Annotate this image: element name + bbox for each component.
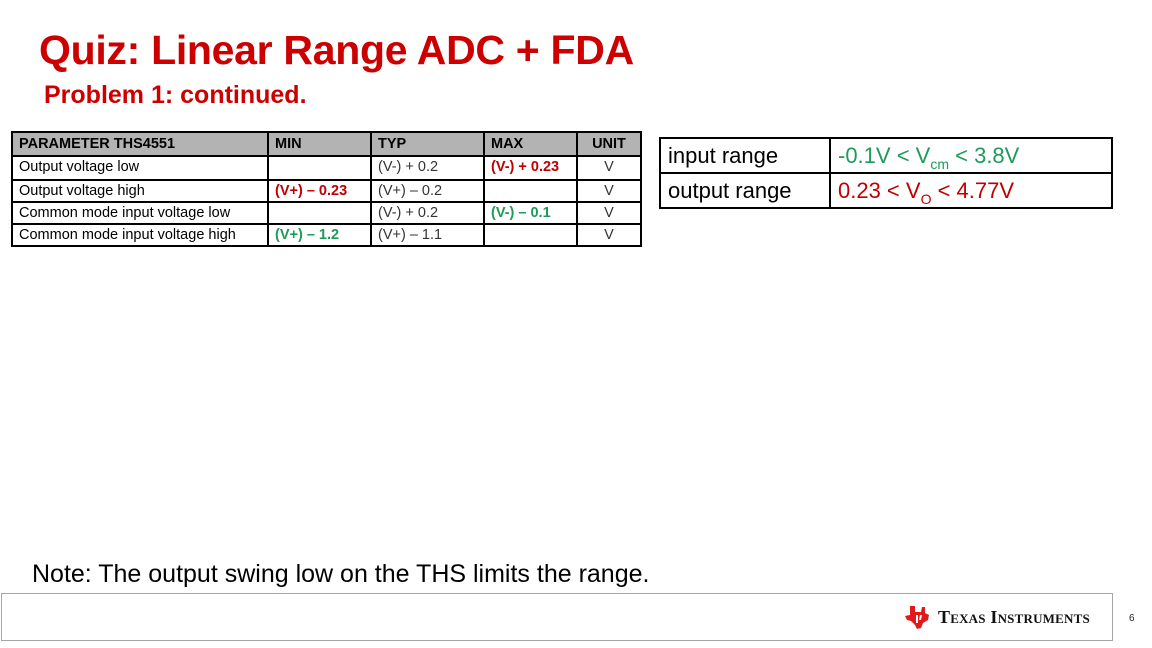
cell-parameter: Common mode input voltage low: [11, 201, 269, 225]
header-max: MAX: [483, 131, 578, 157]
ti-logo-text: Texas Instruments: [938, 606, 1090, 627]
cell-min: (V+) – 0.23: [267, 179, 372, 203]
cell-unit: V: [576, 179, 642, 203]
cell-unit: V: [576, 155, 642, 181]
range-value-sub: O: [920, 191, 932, 207]
cell-parameter: Output voltage high: [11, 179, 269, 203]
cell-typ: (V-) + 0.2: [370, 155, 485, 181]
header-typ: TYP: [370, 131, 485, 157]
cell-typ: (V-) + 0.2: [370, 201, 485, 225]
cell-max: [483, 223, 578, 247]
cell-max: (V-) – 0.1: [483, 201, 578, 225]
page-number: 6: [1129, 613, 1135, 624]
cell-max: (V-) + 0.23: [483, 155, 578, 181]
header-parameter: PARAMETER THS4551: [11, 131, 269, 157]
range-value-pre: -0.1V < V: [838, 143, 931, 168]
cell-parameter: Output voltage low: [11, 155, 269, 181]
range-value-post: < 4.77V: [931, 178, 1015, 203]
ti-logo: Texas Instruments: [904, 604, 1090, 630]
header-min: MIN: [267, 131, 372, 157]
header-unit: UNIT: [576, 131, 642, 157]
range-label: input range: [659, 137, 831, 174]
table-row: Output voltage high (V+) – 0.23 (V+) – 0…: [11, 179, 642, 203]
range-row-output: output range 0.23 < VO < 4.77V: [659, 172, 1113, 209]
cell-unit: V: [576, 201, 642, 225]
cell-max: [483, 179, 578, 203]
range-value: 0.23 < VO < 4.77V: [829, 172, 1113, 209]
table-row: Common mode input voltage high (V+) – 1.…: [11, 223, 642, 247]
range-value-pre: 0.23 < V: [838, 178, 921, 203]
cell-parameter: Common mode input voltage high: [11, 223, 269, 247]
range-value: -0.1V < Vcm < 3.8V: [829, 137, 1113, 174]
spec-table-header: PARAMETER THS4551 MIN TYP MAX UNIT: [11, 131, 642, 157]
table-row: Common mode input voltage low (V-) + 0.2…: [11, 201, 642, 225]
table-row: Output voltage low (V-) + 0.2 (V-) + 0.2…: [11, 155, 642, 181]
range-table: input range -0.1V < Vcm < 3.8V output ra…: [659, 137, 1113, 209]
cell-min: [267, 155, 372, 181]
range-label: output range: [659, 172, 831, 209]
slide-subtitle: Problem 1: continued.: [44, 81, 307, 109]
spec-table: PARAMETER THS4551 MIN TYP MAX UNIT Outpu…: [11, 131, 642, 247]
cell-typ: (V+) – 0.2: [370, 179, 485, 203]
range-value-sub: cm: [930, 156, 950, 172]
cell-min: (V+) – 1.2: [267, 223, 372, 247]
ti-state-logo-icon: [905, 606, 929, 629]
note-text: Note: The output swing low on the THS li…: [32, 560, 650, 588]
range-value-post: < 3.8V: [949, 143, 1020, 168]
cell-unit: V: [576, 223, 642, 247]
cell-min: [267, 201, 372, 225]
slide-title: Quiz: Linear Range ADC + FDA: [39, 27, 634, 73]
cell-typ: (V+) – 1.1: [370, 223, 485, 247]
range-row-input: input range -0.1V < Vcm < 3.8V: [659, 137, 1113, 174]
